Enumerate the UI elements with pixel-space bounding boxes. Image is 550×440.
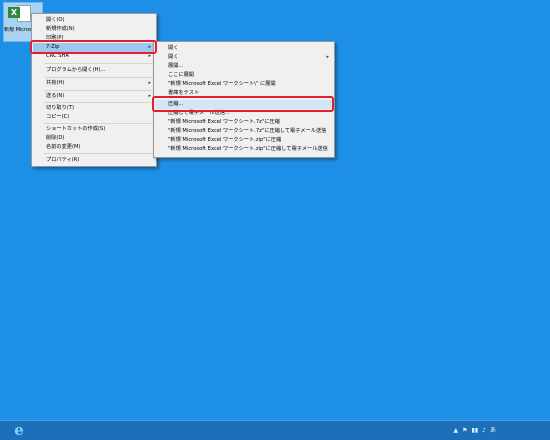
excel-logo-icon: X: [8, 7, 20, 18]
menu-item-share[interactable]: 共有(H) ▸: [33, 79, 155, 88]
menu-item-label: プログラムから開く(H)...: [46, 67, 106, 73]
menu-item-cut[interactable]: 切り取り(T): [33, 104, 155, 113]
network-icon[interactable]: ▮▮: [472, 426, 479, 436]
menu-item-label: "新規 Microsoft Excel ワークシート\" に展開: [168, 81, 276, 87]
submenu-item-add-to-zip[interactable]: "新規 Microsoft Excel ワークシート.zip"に圧縮: [155, 136, 333, 145]
menu-item-label: 展開...: [168, 63, 184, 69]
menu-item-label: 新規作成(N): [46, 26, 75, 32]
menu-item-label: "新規 Microsoft Excel ワークシート.zip"に圧縮して電子メー…: [168, 146, 328, 152]
menu-separator: [44, 102, 154, 103]
menu-item-open-with[interactable]: プログラムから開く(H)...: [33, 66, 155, 75]
highlight-compress-box: [152, 96, 334, 112]
submenu-arrow-icon: ▸: [326, 54, 329, 60]
menu-item-create-shortcut[interactable]: ショートカットの作成(S): [33, 125, 155, 134]
internet-explorer-icon[interactable]: e: [8, 422, 30, 439]
menu-item-open[interactable]: 開く(O): [33, 16, 155, 25]
submenu-item-add-to-7z[interactable]: "新規 Microsoft Excel ワークシート.7z"に圧縮: [155, 118, 333, 127]
menu-item-properties[interactable]: プロパティ(R): [33, 156, 155, 165]
menu-separator: [44, 90, 154, 91]
context-menu: 開く(O) 新規作成(N) 印刷(P) 7-Zip ▸ CRC SHA ▸ プログラ…: [31, 13, 157, 167]
submenu-item-add-to-7z-email[interactable]: "新規 Microsoft Excel ワークシート.7z"に圧縮して電子メール…: [155, 127, 333, 136]
submenu-item-add-to-zip-email[interactable]: "新規 Microsoft Excel ワークシート.zip"に圧縮して電子メー…: [155, 145, 333, 154]
menu-item-rename[interactable]: 名前の変更(M): [33, 143, 155, 152]
menu-item-label: コピー(C): [46, 114, 70, 120]
menu-item-label: 開く: [168, 45, 179, 51]
menu-item-label: ショートカットの作成(S): [46, 126, 106, 132]
menu-item-new[interactable]: 新規作成(N): [33, 25, 155, 34]
menu-item-label: 開く(O): [46, 17, 65, 23]
submenu-item-extract[interactable]: 展開...: [155, 62, 333, 71]
volume-icon[interactable]: ♪: [482, 426, 486, 436]
menu-item-label: 削除(D): [46, 135, 65, 141]
show-hidden-icons-icon[interactable]: ▲: [454, 426, 459, 436]
menu-item-label: 名前の変更(M): [46, 144, 81, 150]
menu-item-label: 送る(N): [46, 93, 65, 99]
menu-item-label: 共有(H): [46, 80, 65, 86]
highlight-7zip-box: [30, 40, 157, 54]
submenu-item-extract-to-folder[interactable]: "新規 Microsoft Excel ワークシート\" に展開: [155, 80, 333, 89]
menu-separator: [44, 153, 154, 154]
clock-blurred[interactable]: [508, 424, 542, 438]
submenu-item-open[interactable]: 開く: [155, 44, 333, 53]
menu-item-label: 開く: [168, 54, 179, 60]
submenu-item-extract-here[interactable]: ここに展開: [155, 71, 333, 80]
menu-item-label: "新規 Microsoft Excel ワークシート.7z"に圧縮: [168, 119, 280, 125]
menu-item-delete[interactable]: 削除(D): [33, 134, 155, 143]
system-tray: ▲ ⚑ ▮▮ ♪ あ: [454, 426, 496, 436]
submenu-arrow-icon: ▸: [148, 80, 151, 86]
menu-item-label: プロパティ(R): [46, 157, 80, 163]
menu-item-label: "新規 Microsoft Excel ワークシート.zip"に圧縮: [168, 137, 282, 143]
submenu-item-open-as[interactable]: 開く ▸: [155, 53, 333, 62]
submenu-arrow-icon: ▸: [148, 93, 151, 99]
menu-separator: [44, 77, 154, 78]
taskbar: e ▲ ⚑ ▮▮ ♪ あ: [0, 420, 550, 440]
menu-item-label: ここに展開: [168, 72, 194, 78]
menu-item-copy[interactable]: コピー(C): [33, 113, 155, 122]
menu-item-label: 切り取り(T): [46, 105, 74, 111]
menu-item-send-to[interactable]: 送る(N) ▸: [33, 92, 155, 101]
action-center-flag-icon[interactable]: ⚑: [462, 426, 467, 436]
menu-separator: [44, 63, 154, 64]
menu-separator: [44, 123, 154, 124]
ime-icon[interactable]: あ: [490, 426, 496, 436]
menu-item-label: "新規 Microsoft Excel ワークシート.7z"に圧縮して電子メール…: [168, 128, 327, 134]
